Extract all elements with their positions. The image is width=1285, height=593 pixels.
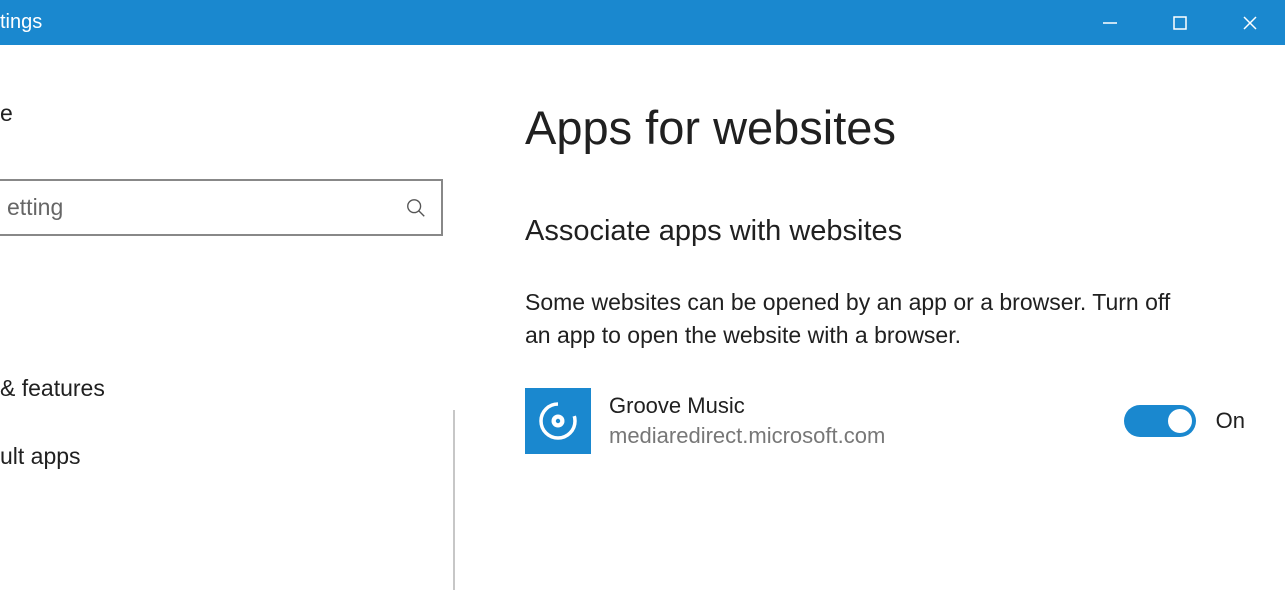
app-row: Groove Music mediaredirect.microsoft.com… bbox=[525, 388, 1245, 454]
close-button[interactable] bbox=[1215, 0, 1285, 45]
nav-list: & features ult apps bbox=[0, 354, 455, 490]
sidebar-item-label: & features bbox=[0, 375, 105, 402]
toggle-wrap: On bbox=[1124, 405, 1245, 437]
window-controls bbox=[1075, 0, 1285, 45]
close-icon bbox=[1242, 15, 1258, 31]
maximize-button[interactable] bbox=[1145, 0, 1215, 45]
search-input[interactable] bbox=[0, 179, 443, 236]
sidebar-item-label: ult apps bbox=[0, 443, 81, 470]
search-icon bbox=[405, 197, 427, 219]
sidebar-item-default-apps[interactable]: ult apps bbox=[0, 422, 455, 490]
app-toggle[interactable] bbox=[1124, 405, 1196, 437]
app-domain: mediaredirect.microsoft.com bbox=[609, 423, 1106, 449]
toggle-state-label: On bbox=[1216, 408, 1245, 434]
groove-music-icon bbox=[525, 388, 591, 454]
music-disc-icon bbox=[536, 399, 580, 443]
window-title: tings bbox=[0, 11, 42, 34]
titlebar: tings bbox=[0, 0, 1285, 45]
toggle-knob bbox=[1168, 409, 1192, 433]
section-description: Some websites can be opened by an app or… bbox=[525, 286, 1185, 353]
app-info: Groove Music mediaredirect.microsoft.com bbox=[609, 393, 1106, 449]
home-link[interactable]: e bbox=[0, 100, 455, 127]
sidebar: e & features ult apps bbox=[0, 45, 455, 593]
main-panel: Apps for websites Associate apps with we… bbox=[455, 45, 1285, 593]
section-subheading: Associate apps with websites bbox=[525, 215, 1245, 248]
sidebar-divider bbox=[453, 410, 455, 590]
sidebar-item-apps-features[interactable]: & features bbox=[0, 354, 455, 422]
maximize-icon bbox=[1173, 16, 1187, 30]
search-wrap bbox=[0, 179, 443, 236]
app-name: Groove Music bbox=[609, 393, 1106, 419]
page-title: Apps for websites bbox=[525, 100, 1245, 155]
content-area: e & features ult apps Apps for websites … bbox=[0, 45, 1285, 593]
minimize-button[interactable] bbox=[1075, 0, 1145, 45]
minimize-icon bbox=[1102, 15, 1118, 31]
